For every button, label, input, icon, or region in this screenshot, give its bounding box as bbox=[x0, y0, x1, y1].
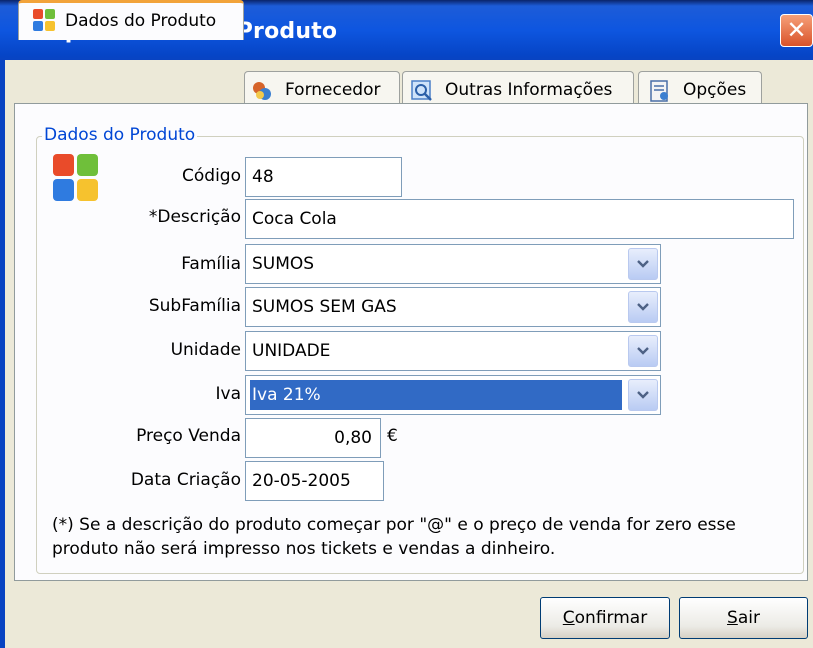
tab-label: Dados do Produto bbox=[65, 11, 217, 31]
supplier-icon bbox=[251, 80, 271, 100]
product-properties-dialog: Propriedades de Produto ✕ Dados do Produ… bbox=[0, 0, 813, 648]
unidade-label: Unidade bbox=[170, 340, 241, 360]
unidade-value: UNIDADE bbox=[252, 341, 331, 361]
iva-label: Iva bbox=[215, 384, 242, 404]
note-line: (*) Se a descrição do produto começar po… bbox=[52, 515, 736, 535]
tab-label: Opções bbox=[683, 80, 747, 100]
grid-icon bbox=[33, 9, 55, 31]
preco-venda-label: Preço Venda bbox=[136, 426, 241, 446]
codigo-field[interactable]: 48 bbox=[245, 157, 402, 197]
confirm-label: onfirmar bbox=[574, 608, 648, 628]
tab-dados-do-produto[interactable]: Dados do Produto bbox=[18, 0, 244, 40]
preco-venda-field[interactable]: 0,80 bbox=[245, 418, 381, 458]
exit-accelerator: S bbox=[727, 608, 738, 628]
tab-fornecedor[interactable]: Fornecedor bbox=[244, 71, 400, 105]
iva-value: Iva 21% bbox=[250, 380, 622, 410]
data-criacao-field[interactable]: 20-05-2005 bbox=[245, 461, 384, 501]
chevron-down-icon[interactable] bbox=[628, 291, 658, 323]
product-grid-icon bbox=[53, 154, 99, 202]
tab-opcoes[interactable]: Opções bbox=[638, 71, 762, 105]
subfamilia-value: SUMOS SEM GAS bbox=[252, 297, 397, 317]
close-button[interactable]: ✕ bbox=[780, 14, 813, 47]
window-border bbox=[0, 60, 5, 648]
subfamilia-label: SubFamília bbox=[148, 296, 241, 316]
chevron-down-icon[interactable] bbox=[628, 379, 658, 411]
tab-label: Outras Informações bbox=[445, 80, 613, 100]
magnifier-icon bbox=[411, 80, 432, 101]
confirm-accelerator: C bbox=[562, 608, 575, 628]
options-icon bbox=[649, 80, 669, 102]
subfamilia-select[interactable]: SUMOS SEM GAS bbox=[245, 287, 661, 327]
tab-label: Fornecedor bbox=[285, 80, 381, 100]
note-line: produto não será impresso nos tickets e … bbox=[52, 539, 556, 559]
unidade-select[interactable]: UNIDADE bbox=[245, 331, 661, 371]
exit-button[interactable]: Sair bbox=[679, 597, 808, 639]
familia-value: SUMOS bbox=[252, 254, 315, 274]
description-note: (*) Se a descrição do produto começar po… bbox=[52, 513, 792, 561]
close-icon: ✕ bbox=[786, 16, 807, 44]
currency-symbol: € bbox=[387, 426, 398, 446]
exit-label: air bbox=[737, 608, 760, 628]
chevron-down-icon[interactable] bbox=[628, 335, 658, 367]
tab-outras-informacoes[interactable]: Outras Informações bbox=[402, 71, 634, 105]
descricao-label: *Descrição bbox=[148, 207, 241, 227]
chevron-down-icon[interactable] bbox=[628, 248, 658, 280]
descricao-field[interactable]: Coca Cola bbox=[245, 199, 794, 239]
data-criacao-label: Data Criação bbox=[130, 470, 241, 490]
familia-select[interactable]: SUMOS bbox=[245, 244, 661, 284]
iva-select[interactable]: Iva 21% bbox=[245, 375, 661, 415]
familia-label: Família bbox=[181, 254, 241, 274]
confirm-button[interactable]: Confirmar bbox=[540, 597, 670, 639]
codigo-label: Código bbox=[182, 166, 241, 186]
group-title: Dados do Produto bbox=[42, 125, 198, 145]
